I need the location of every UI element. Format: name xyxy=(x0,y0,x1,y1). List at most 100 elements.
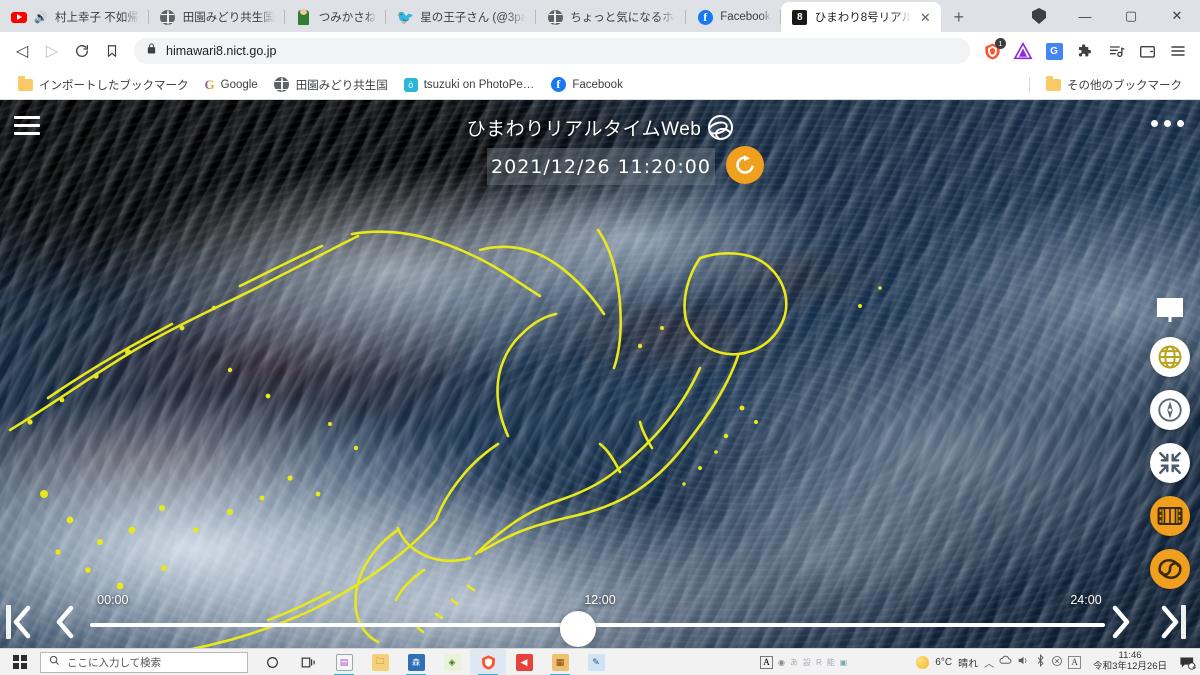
explorer-notes-icon[interactable]: ▤ xyxy=(326,649,362,675)
back-icon[interactable]: ◁ xyxy=(8,37,36,65)
bookmark-this-page-icon[interactable] xyxy=(98,37,126,65)
tab-twitter[interactable]: 🐦 星の王子さん (@3pa xyxy=(386,2,537,32)
reload-icon[interactable] xyxy=(68,37,96,65)
bookmark-label: Google xyxy=(220,78,258,91)
address-bar[interactable]: himawari8.nict.go.jp xyxy=(134,38,970,64)
facebook-icon: f xyxy=(697,9,713,25)
taskbar-clock[interactable]: 11:46 令和3年12月26日 xyxy=(1087,650,1173,673)
brave-shields-icon[interactable]: 1 xyxy=(978,37,1006,65)
step-forward-button[interactable] xyxy=(1112,605,1132,639)
bookmark-photopea[interactable]: ö tsuzuki on PhotoPe… xyxy=(396,75,543,95)
kana-icon[interactable]: あ xyxy=(790,657,798,668)
bookmark-imported[interactable]: インポートしたブックマーク xyxy=(10,74,197,96)
clock-date: 令和3年12月26日 xyxy=(1093,661,1167,672)
timeline-track[interactable] xyxy=(90,623,1105,627)
taskbar-pinned-apps: ▤ 🗀 森 ◈ ◀ ▦ ✎ xyxy=(254,648,614,675)
onedrive-icon[interactable] xyxy=(999,655,1012,669)
pad-icon[interactable]: ▣ xyxy=(840,658,848,667)
timestamp-display: 2021/12/26 11:20:00 xyxy=(487,148,715,185)
tab-chotto[interactable]: ちょっと気になるホーム xyxy=(536,2,687,32)
page-title-text: ひまわりリアルタイムWeb xyxy=(466,119,702,140)
taskbar-search-input[interactable]: ここに入力して検索 xyxy=(40,651,248,673)
globe-icon xyxy=(708,115,734,140)
tab-himawari[interactable]: 8 ひまわり8号リアル ✕ xyxy=(780,2,941,32)
ime-a-icon[interactable]: A xyxy=(1068,655,1082,669)
himawari-icon: 8 xyxy=(792,9,808,25)
globe-grid-icon xyxy=(1158,345,1182,369)
google-translate-icon[interactable]: G xyxy=(1040,37,1068,65)
forward-icon[interactable]: ▷ xyxy=(38,37,66,65)
minimize-button[interactable]: — xyxy=(1062,0,1108,32)
compass-button[interactable] xyxy=(1150,390,1190,430)
tab-label: Facebook xyxy=(720,11,771,23)
shrink-button[interactable] xyxy=(1150,443,1190,483)
bookmark-other-folder[interactable]: その他のブックマーク xyxy=(1038,74,1190,96)
skip-to-end-icon xyxy=(1161,605,1179,639)
brave-rewards-icon[interactable] xyxy=(1009,37,1037,65)
safely-remove-icon[interactable] xyxy=(1051,655,1063,670)
app-blue-icon[interactable]: 森 xyxy=(398,649,434,675)
tab-label: 村上幸子 不如帰 xyxy=(55,12,139,24)
volume-icon[interactable] xyxy=(1017,655,1030,669)
windows-start-icon[interactable] xyxy=(0,649,40,675)
task-view-icon[interactable] xyxy=(290,649,326,675)
collapse-arrows-icon xyxy=(1159,452,1181,474)
close-window-button[interactable]: ✕ xyxy=(1154,0,1200,32)
ime-a-icon[interactable]: A xyxy=(760,655,773,669)
brave-browser-icon[interactable] xyxy=(470,648,506,675)
globe-icon xyxy=(274,77,290,93)
timeline-control: 00:00 12:00 24:00 xyxy=(0,587,1200,647)
maximize-button[interactable]: ▢ xyxy=(1108,0,1154,32)
file-explorer-icon[interactable]: 🗀 xyxy=(362,649,398,675)
skip-to-end-button[interactable] xyxy=(1161,605,1186,639)
bookmark-facebook[interactable]: f Facebook xyxy=(542,74,631,96)
tab-denen[interactable]: 田園みどり共生国 xyxy=(149,2,285,32)
wallet-icon[interactable] xyxy=(1133,37,1161,65)
folder-icon xyxy=(18,76,33,91)
new-tab-button[interactable]: + xyxy=(945,3,973,31)
skip-to-start-button[interactable] xyxy=(6,605,31,639)
fullscreen-monitor-button[interactable] xyxy=(1153,290,1187,324)
bookmark-denen[interactable]: 田園みどり共生国 xyxy=(266,74,396,96)
compass-icon xyxy=(1158,398,1182,422)
tool2-icon[interactable]: R xyxy=(816,658,822,667)
typhoon-button[interactable] xyxy=(1150,549,1190,589)
tab-facebook[interactable]: f Facebook xyxy=(686,2,781,32)
bluetooth-icon[interactable] xyxy=(1035,653,1046,670)
action-center-icon[interactable]: 4 xyxy=(1179,655,1196,671)
step-back-button[interactable] xyxy=(54,605,74,639)
calendar-app-icon[interactable]: ▦ xyxy=(542,649,578,675)
tab-strip: 🔊 村上幸子 不如帰 田園みどり共生国 つみかさね 🐦 星の王子さん (@3pa… xyxy=(0,0,1200,32)
system-tray: 6°C 晴れ ︿ A 11:46 令和3年12月26日 4 xyxy=(916,650,1200,673)
windows-taskbar: ここに入力して検索 ▤ 🗀 森 ◈ ◀ ▦ ✎ A ◉ あ 設 R 能 ▣ 6°… xyxy=(0,648,1200,675)
himawari-realtime-web-page: ひまわりリアルタイムWeb 2021/12/26 11:20:00 00:00 … xyxy=(0,100,1200,675)
globe-projection-button[interactable] xyxy=(1150,337,1190,377)
tab-youtube[interactable]: 🔊 村上幸子 不如帰 xyxy=(0,2,149,32)
puzzle-icon[interactable] xyxy=(1071,37,1099,65)
movie-button[interactable] xyxy=(1150,496,1190,536)
tab-tsumikasane[interactable]: つみかさね xyxy=(285,2,387,32)
timeline-knob[interactable] xyxy=(560,611,597,647)
browser-menu-icon[interactable] xyxy=(1164,37,1192,65)
brave-shield-icon[interactable] xyxy=(1016,0,1062,32)
speaker-icon[interactable]: 🔊 xyxy=(34,9,48,25)
bookmark-label: tsuzuki on PhotoPe… xyxy=(423,78,535,91)
close-icon[interactable]: ✕ xyxy=(920,11,931,24)
google-icon: G xyxy=(204,76,215,92)
editor-app-icon[interactable]: ✎ xyxy=(578,649,614,675)
chevron-up-icon[interactable]: ︿ xyxy=(984,655,994,670)
audio-app-icon[interactable]: ◀ xyxy=(506,649,542,675)
browser-window: 🔊 村上幸子 不如帰 田園みどり共生国 つみかさね 🐦 星の王子さん (@3pa… xyxy=(0,0,1200,675)
tool-icon[interactable]: 設 xyxy=(803,657,811,668)
playlist-icon[interactable] xyxy=(1102,37,1130,65)
refresh-icon xyxy=(736,155,754,174)
bookmark-google[interactable]: G Google xyxy=(197,74,266,96)
tool-rail xyxy=(1150,290,1190,589)
app-green-icon[interactable]: ◈ xyxy=(434,649,470,675)
person-icon xyxy=(296,8,312,25)
tab-label: 星の王子さん (@3pa xyxy=(420,12,527,24)
url-text: himawari8.nict.go.jp xyxy=(166,44,277,58)
refresh-button[interactable] xyxy=(726,146,764,184)
cortana-icon[interactable] xyxy=(254,649,290,675)
tool3-icon[interactable]: 能 xyxy=(827,657,835,668)
